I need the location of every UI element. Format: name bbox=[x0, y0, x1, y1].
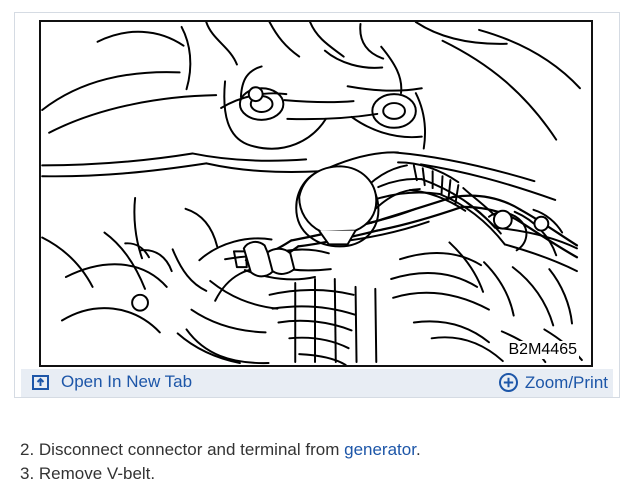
image-code-label: B2M4465 bbox=[506, 341, 579, 359]
generator-link[interactable]: generator bbox=[344, 440, 416, 459]
open-in-new-tab-label: Open In New Tab bbox=[61, 372, 193, 391]
instruction-step-3: 3. Remove V-belt. bbox=[20, 464, 156, 483]
zoom-print-link[interactable]: Zoom/Print bbox=[498, 372, 608, 393]
step-2-prefix-text: 2. Disconnect connector and terminal fro… bbox=[20, 440, 345, 459]
instruction-step-2: 2. Disconnect connector and terminal fro… bbox=[20, 438, 610, 462]
engine-line-drawing bbox=[41, 22, 583, 365]
instructions-list: 2. Disconnect connector and terminal fro… bbox=[20, 438, 610, 486]
open-in-new-tab-link[interactable]: Open In New Tab bbox=[32, 372, 192, 392]
zoom-icon bbox=[498, 372, 519, 393]
open-new-tab-icon bbox=[32, 373, 51, 392]
image-toolbar: Open In New Tab Zoom/Print bbox=[21, 369, 613, 397]
step-2-suffix-text: . bbox=[415, 440, 421, 459]
figure-card: B2M4465 Open In New Tab Zoom/Print bbox=[14, 12, 620, 398]
generator-diagram: B2M4465 bbox=[39, 20, 593, 367]
zoom-print-label: Zoom/Print bbox=[524, 372, 608, 392]
